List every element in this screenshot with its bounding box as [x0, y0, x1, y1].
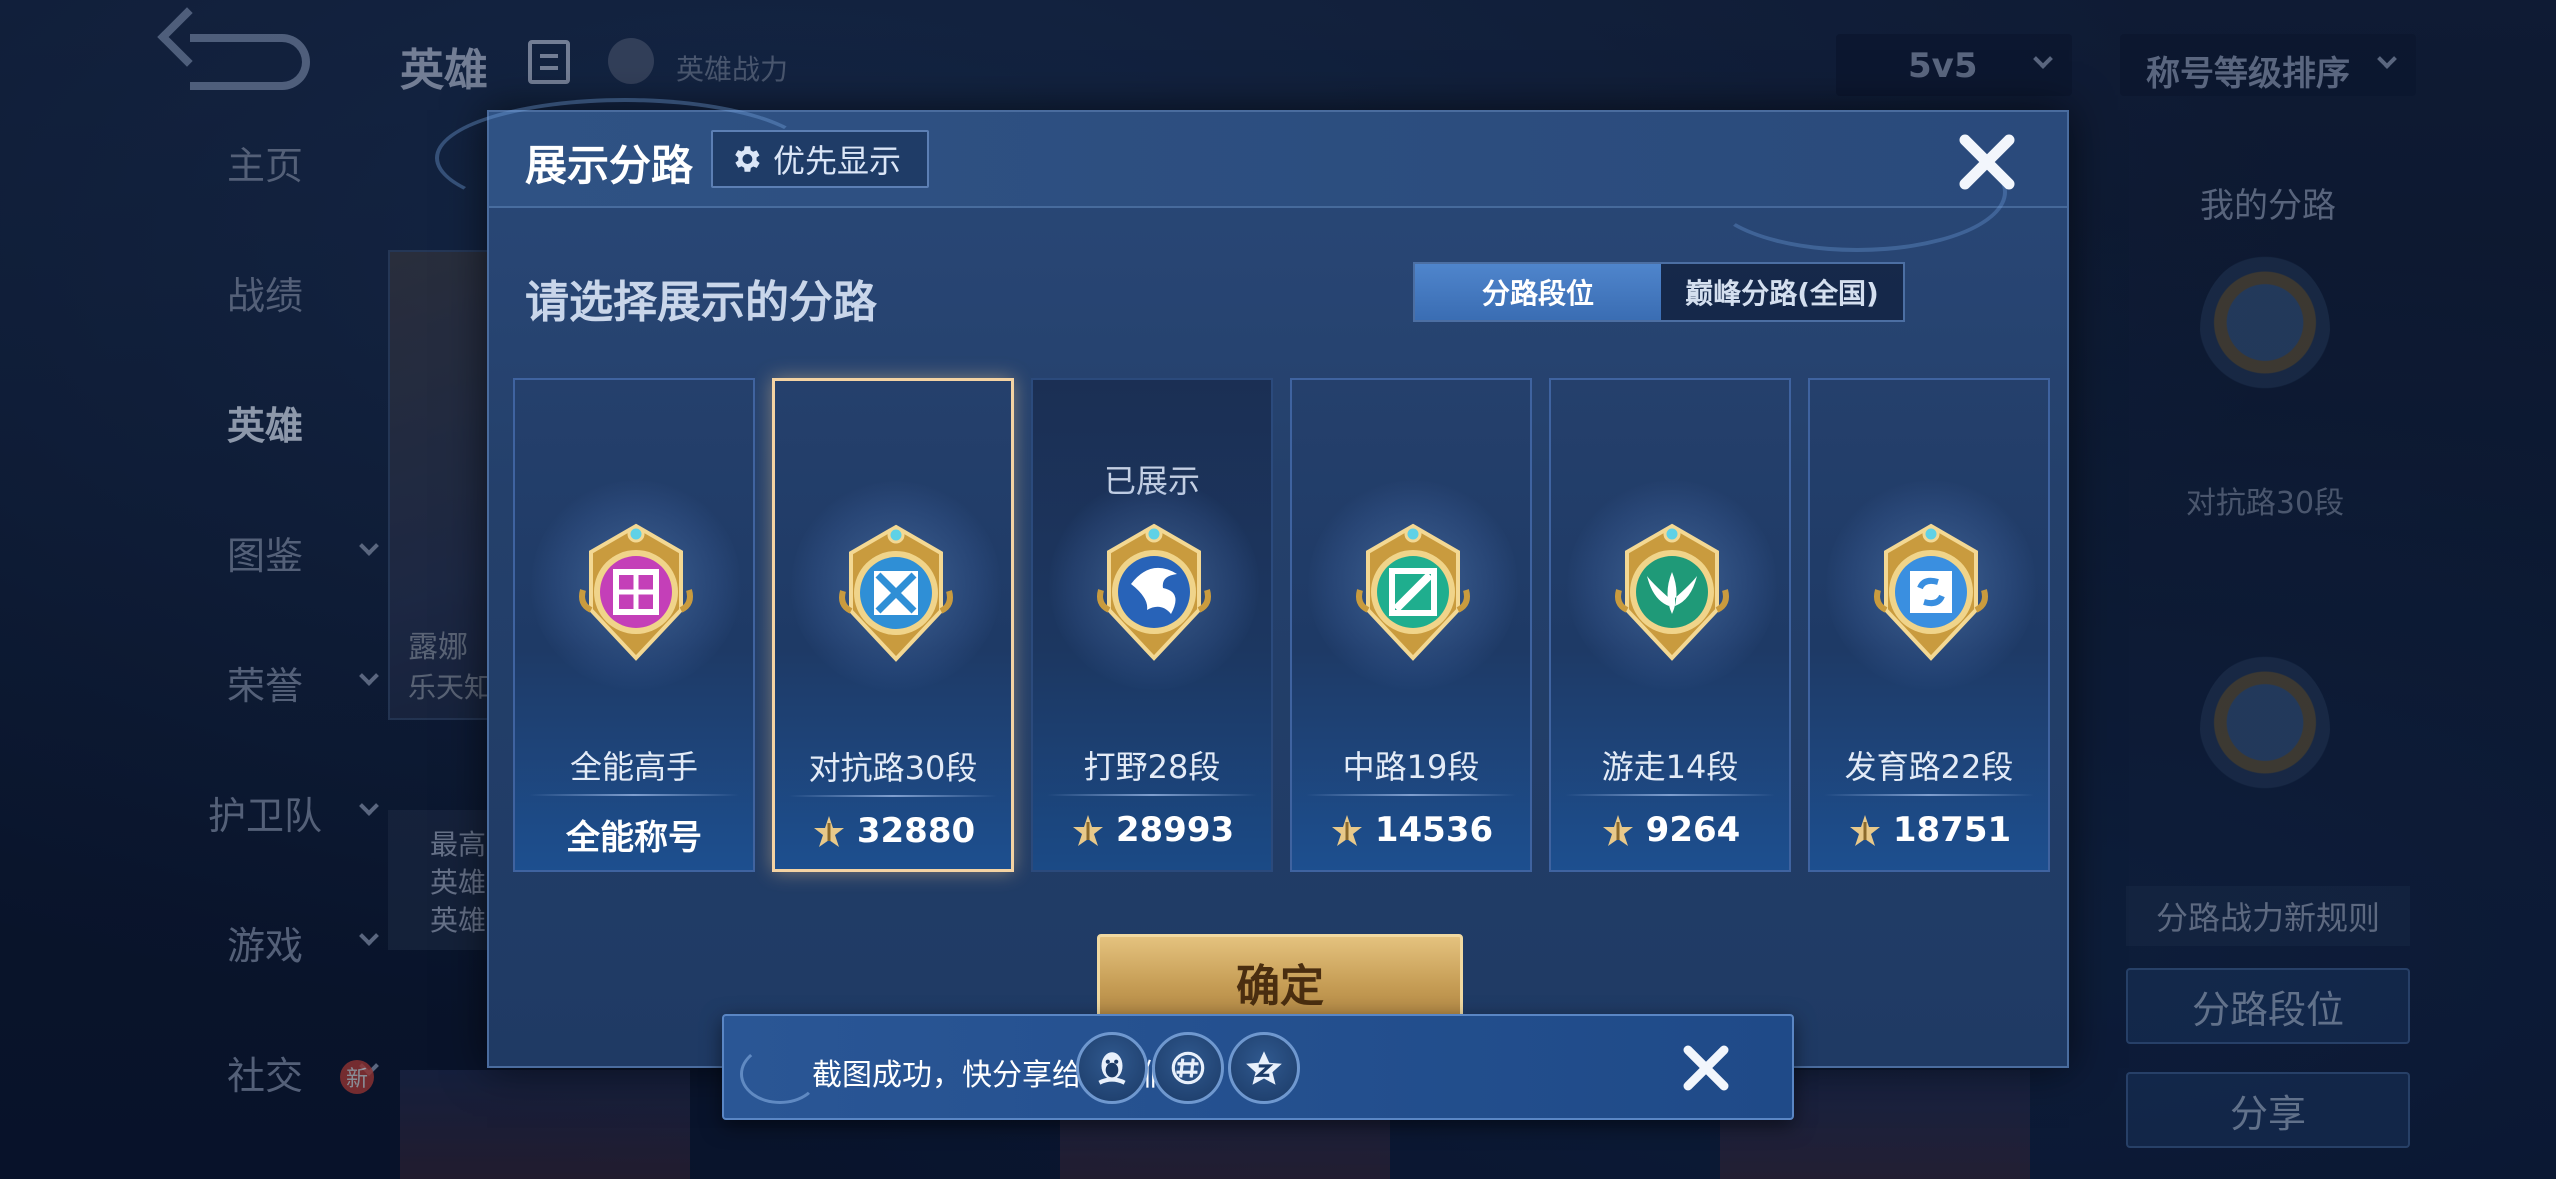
lane-mode-toggle: 分路段位 巅峰分路(全国)	[1413, 262, 1905, 322]
lane-rank-label: 游走14段	[1601, 748, 1739, 786]
lane-rank-label: 对抗路30段	[808, 749, 978, 787]
power-icon	[1600, 812, 1636, 848]
share-toast: 截图成功，快分享给朋友们吧!	[722, 1014, 1794, 1120]
moments-icon[interactable]	[1152, 1032, 1224, 1104]
divider	[1047, 794, 1257, 796]
close-icon[interactable]	[1955, 130, 2019, 194]
lane-power-score: 14536	[1292, 810, 1530, 850]
lane-cards: 全能高手全能称号 对抗路30段32880已展示 打野28段28993 中路19段…	[513, 378, 2053, 872]
lane-power-score: 9264	[1551, 810, 1789, 850]
lane-card[interactable]: 游走14段 9264	[1549, 378, 1791, 872]
lane-card[interactable]: 全能高手 全能称号	[513, 378, 755, 872]
divider	[529, 794, 739, 796]
lane-card[interactable]: 对抗路30段 32880	[772, 378, 1014, 872]
cloud-swirl-decoration	[740, 1044, 820, 1104]
mid-lane-emblem-icon	[1350, 518, 1476, 668]
lane-display-dialog: 展示分路 优先显示 请选择展示的分路 分路段位 巅峰分路(全国) 全能高手全能称…	[435, 98, 2069, 1068]
lane-power-score: 全能称号	[515, 810, 753, 859]
lane-power-value: 32880	[856, 811, 976, 851]
lane-power-score: 18751	[1810, 810, 2048, 850]
power-icon	[1847, 812, 1883, 848]
lane-rank-label: 发育路22段	[1844, 748, 2014, 786]
qq-icon[interactable]	[1076, 1032, 1148, 1104]
gear-icon	[729, 142, 763, 176]
lane-rank-label: 全能高手	[569, 748, 698, 786]
close-icon[interactable]	[1676, 1038, 1736, 1098]
divider	[789, 795, 997, 797]
divider	[1565, 794, 1775, 796]
lane-power-value: 9264	[1645, 810, 1741, 850]
lane-card[interactable]: 发育路22段 18751	[1808, 378, 2050, 872]
dialog-header: 展示分路 优先显示	[435, 98, 2067, 252]
priority-display-button[interactable]: 优先显示	[711, 130, 929, 188]
lane-rank-label: 中路19段	[1342, 748, 1480, 786]
priority-display-label: 优先显示	[773, 142, 902, 180]
allround-emblem-icon	[573, 518, 699, 668]
dialog-title: 展示分路	[525, 141, 694, 190]
lane-power-value: 28993	[1115, 810, 1235, 850]
lane-power-value: 全能称号	[566, 818, 702, 858]
tab-lane-rank[interactable]: 分路段位	[1415, 264, 1661, 320]
dialog-subtitle: 请选择展示的分路	[525, 277, 877, 328]
tab-peak-lane-national[interactable]: 巅峰分路(全国)	[1661, 264, 1903, 320]
clash-lane-emblem-icon	[833, 519, 959, 669]
lane-power-score: 32880	[775, 811, 1011, 851]
power-icon	[811, 813, 847, 849]
lane-power-score: 28993	[1033, 810, 1271, 850]
lane-power-value: 14536	[1374, 810, 1494, 850]
divider	[1824, 794, 2034, 796]
power-icon	[1070, 812, 1106, 848]
roam-emblem-icon	[1609, 518, 1735, 668]
lane-power-value: 18751	[1892, 810, 2012, 850]
divider	[1306, 794, 1516, 796]
qzone-icon[interactable]	[1228, 1032, 1300, 1104]
lane-card[interactable]: 中路19段 14536	[1290, 378, 1532, 872]
jungle-emblem-icon	[1091, 518, 1217, 668]
power-icon	[1329, 812, 1365, 848]
lane-rank-label: 打野28段	[1083, 748, 1221, 786]
lane-card[interactable]: 已展示 打野28段28993	[1031, 378, 1273, 872]
farm-lane-emblem-icon	[1868, 518, 1994, 668]
